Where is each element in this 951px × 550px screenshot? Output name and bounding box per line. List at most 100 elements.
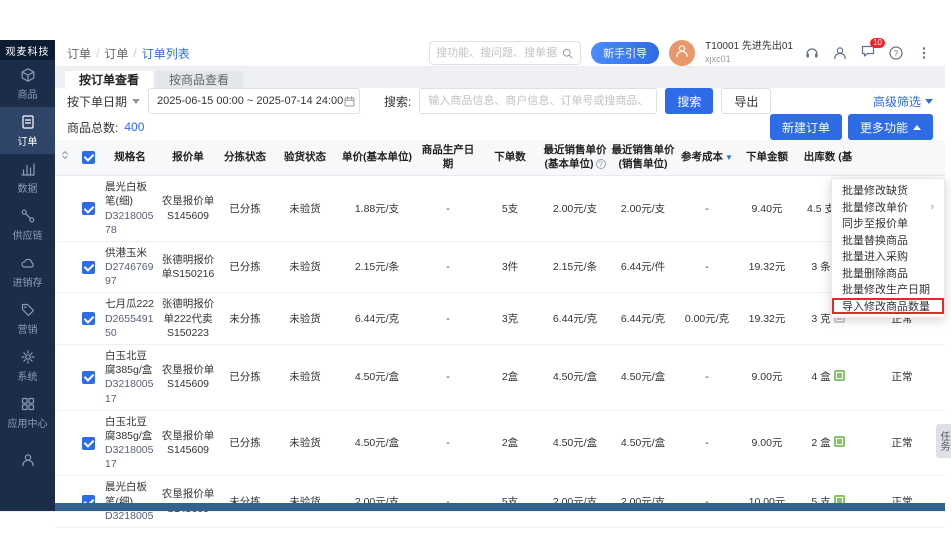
menu-item-2[interactable]: 批量修改单价› [832,199,944,216]
inventory-icon [20,255,36,271]
date-range-input[interactable]: 2025-06-15 00:00 ~ 2025-07-14 24:00 [148,88,360,114]
more-functions-label: 更多功能 [860,119,908,136]
more-functions-button[interactable]: 更多功能 [848,114,933,140]
goods-icon [20,67,36,83]
spec-code: D274676997 [105,260,157,288]
sidebar-item-data[interactable]: 数据 [0,154,55,201]
sort-status-cell: 已分拣 [217,410,273,476]
contacts-icon[interactable] [831,44,849,62]
user-info[interactable]: T10001 先进先出01 xjxc01 [705,41,793,65]
recent-sale-price-cell: 6.44元/件 [609,241,677,293]
row-checkbox[interactable] [82,261,95,274]
sidebar-item-inventory[interactable]: 进销存 [0,248,55,295]
prod-date-cell: - [417,293,479,345]
prod-date-cell: - [417,476,479,528]
recent-sale-price-cell: 6.44元/克 [609,293,677,345]
new-order-button[interactable]: 新建订单 [770,114,842,140]
guide-button[interactable]: 新手引导 [591,42,659,64]
tab-by-product[interactable]: 按商品查看 [155,71,243,88]
table-row: 七月瓜222 D265549150 张德明报价单222代卖S150223 未分拣… [55,293,945,345]
sidebar-item-account[interactable] [0,436,55,483]
more-functions-menu: 批量修改缺货批量修改单价›同步至报价单批量替换商品批量进入采购批量删除商品批量修… [831,178,945,318]
out-qty-value: 4 盒 [811,371,830,383]
task-tab[interactable]: 任务 [936,424,951,458]
global-search-input[interactable] [436,47,561,59]
menu-item-7[interactable]: 批量修改生产日期 [832,281,944,298]
search-label: 搜索: [384,93,411,110]
date-range-value: 2025-06-15 00:00 ~ 2025-07-14 24:00 [157,95,343,107]
menu-item-3[interactable]: 同步至报价单 [832,215,944,232]
breadcrumb-item[interactable]: 订单列表 [142,45,190,62]
sidebar-item-marketing[interactable]: 营销 [0,295,55,342]
sort-toggle-icon[interactable] [59,152,71,164]
total-label: 商品总数: [67,119,118,136]
amount-cell: 9.00元 [737,345,797,411]
col-sort-status: 分拣状态 [217,140,273,176]
col-order-qty: 下单数 [479,140,541,176]
sidebar-item-orders[interactable]: 订单 [0,107,55,154]
sidebar-item-supply-chain[interactable]: 供应链 [0,201,55,248]
export-button[interactable]: 导出 [721,88,771,114]
account-icon [20,452,36,468]
weigh-edit-icon[interactable] [834,370,845,381]
advanced-filter-link[interactable]: 高级筛选 [873,93,933,110]
recent-sale-price-cell: 4.50元/盒 [609,410,677,476]
inspect-status-cell: 未验货 [273,410,337,476]
spec-name: 七月瓜222 [105,297,157,311]
row-checkbox[interactable] [82,312,95,325]
breadcrumb-item[interactable]: 订单 [104,45,128,62]
recent-sale-price-cell: 2.00元/支 [609,176,677,242]
breadcrumb-item[interactable]: 订单 [67,45,91,62]
select-all-checkbox[interactable] [82,151,95,164]
status-cell: 正常 [859,410,945,476]
filter-search-input[interactable] [419,88,657,114]
breadcrumb-separator: / [96,46,99,60]
sidebar-item-app-center[interactable]: 应用中心 [0,389,55,436]
amount-cell: 9.40元 [737,176,797,242]
chevron-down-icon [132,99,140,104]
view-tabs: 按订单查看按商品查看 [55,67,945,88]
menu-item-6[interactable]: 批量删除商品 [832,265,944,282]
sidebar-item-goods[interactable]: 商品 [0,60,55,107]
sort-status-cell: 已分拣 [217,241,273,293]
date-type-select[interactable]: 按下单日期 [67,93,140,110]
help-icon[interactable]: ? [887,44,905,62]
menu-item-4[interactable]: 批量替换商品 [832,232,944,249]
more-menu-icon[interactable] [915,44,933,62]
ref-cost-cell: - [677,241,737,293]
customer-service-icon[interactable] [803,44,821,62]
menu-item-5[interactable]: 批量进入采购 [832,248,944,265]
weigh-edit-icon[interactable] [834,436,845,447]
screen: 观麦科技 商品订单数据供应链进销存营销系统应用中心 订单/订单/订单列表 新手引… [0,0,951,550]
messages-icon[interactable]: 10 [859,44,877,62]
recent-base-price-cell: 4.50元/盒 [541,410,609,476]
menu-item-1[interactable]: 批量修改缺货 [832,182,944,199]
sidebar-item-system[interactable]: 系统 [0,342,55,389]
row-checkbox[interactable] [82,371,95,384]
ref-cost-cell: - [677,476,737,528]
quote-cell: 张德明报价单S150216 [159,241,217,293]
sort-desc-icon[interactable]: ▼ [725,153,733,162]
order-qty-cell: 2盒 [479,345,541,411]
avatar[interactable] [669,40,695,66]
status-cell: 正常 [859,345,945,411]
info-icon[interactable]: ? [596,159,606,169]
global-search[interactable] [429,41,581,65]
inspect-status-cell: 未验货 [273,345,337,411]
row-checkbox[interactable] [82,202,95,215]
user-account: xjxc01 [705,54,793,65]
search-icon[interactable] [561,47,574,60]
menu-item-8[interactable]: 导入修改商品数量 [832,298,944,315]
order-qty-cell: 5支 [479,476,541,528]
sort-status-cell: 已分拣 [217,345,273,411]
tab-by-order[interactable]: 按订单查看 [65,71,153,88]
amount-cell: 19.32元 [737,293,797,345]
col-ref-cost[interactable]: 参考成本▼ [677,140,737,176]
total-value: 400 [124,120,144,134]
prod-date-cell: - [417,241,479,293]
quote-cell: 张德明报价单222代卖S150223 [159,293,217,345]
search-button[interactable]: 搜索 [665,88,713,114]
orders-icon [20,114,36,130]
table-row: 白玉北豆腐385g/盒 D321800517 农垦报价单S145609 已分拣 … [55,410,945,476]
row-checkbox[interactable] [82,437,95,450]
